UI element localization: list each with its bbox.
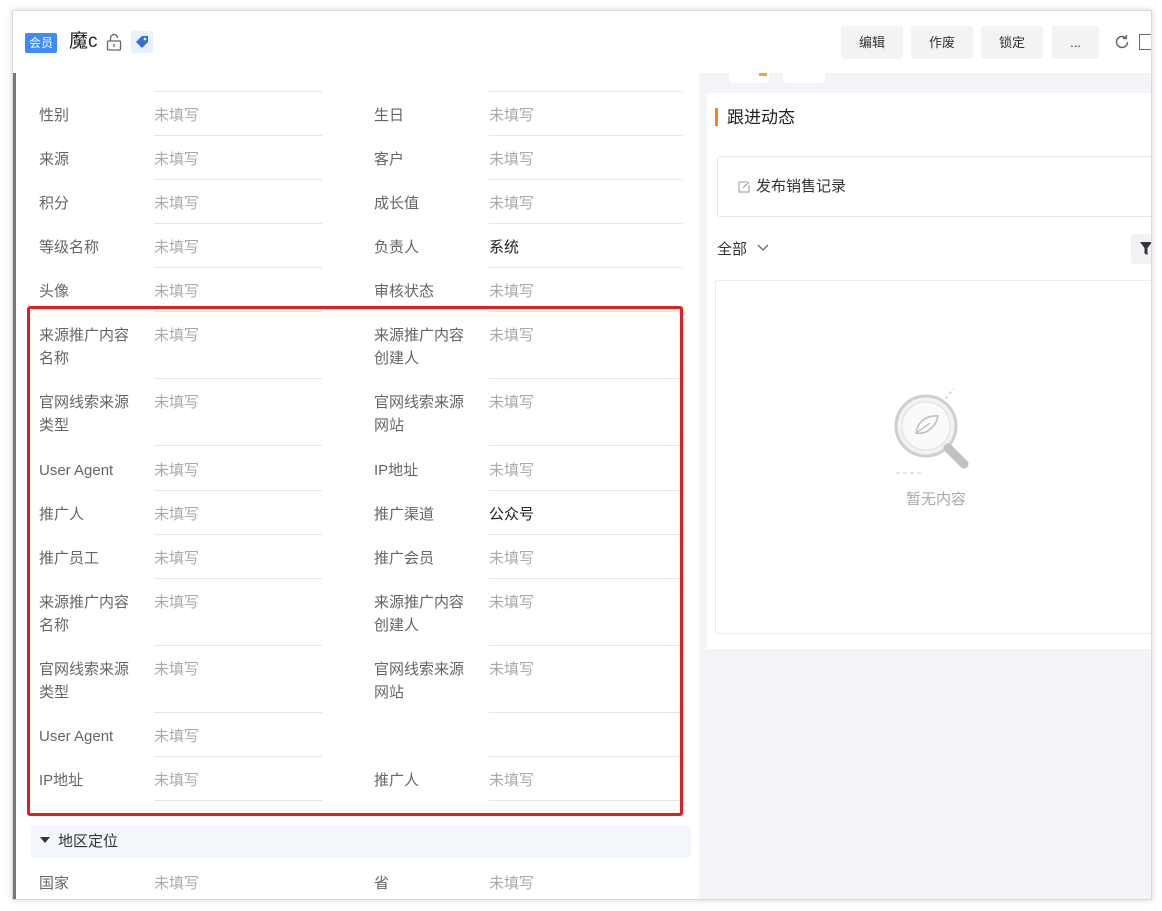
field-underline: [489, 267, 683, 268]
publish-record-label[interactable]: 发布销售记录: [756, 175, 846, 198]
follow-panel: 跟进动态 发布销售记录 全部 暂无内容: [699, 73, 1151, 899]
field-label: 审核状态: [374, 283, 435, 300]
region-section-header[interactable]: [31, 825, 691, 858]
field-value[interactable]: 未填写: [154, 872, 199, 895]
field-underline: [489, 91, 683, 92]
follow-title: 跟进动态: [727, 108, 795, 127]
record-title: 魔c: [69, 31, 98, 52]
filter-dropdown[interactable]: 全部: [717, 238, 747, 261]
field-label: 性别: [39, 107, 70, 124]
field-label: 负责人: [374, 239, 420, 256]
field-label: 积分: [39, 195, 70, 212]
title-accent: [715, 108, 718, 126]
field-value[interactable]: 未填写: [489, 148, 534, 171]
field-value[interactable]: 未填写: [154, 192, 199, 215]
field-value[interactable]: 未填写: [489, 192, 534, 215]
field-value[interactable]: 未填写: [489, 872, 534, 895]
member-badge: 会员: [25, 33, 58, 53]
field-value[interactable]: 未填写: [154, 104, 199, 127]
field-underline: [489, 179, 683, 180]
owner-value[interactable]: 系统: [489, 236, 519, 259]
filter-button[interactable]: [1131, 234, 1151, 264]
field-label: 成长值: [374, 195, 420, 212]
refresh-icon[interactable]: [1113, 33, 1131, 51]
field-value[interactable]: 未填写: [489, 104, 534, 127]
lock-button[interactable]: 锁定: [981, 26, 1043, 59]
field-label: 等级名称: [39, 239, 100, 256]
field-label: 来源: [39, 151, 70, 168]
field-underline: [154, 223, 322, 224]
field-label: 头像: [39, 283, 70, 300]
empty-text: 暂无内容: [905, 491, 966, 508]
field-label: 国家: [39, 875, 70, 892]
field-underline: [154, 91, 322, 92]
field-underline: [154, 179, 322, 180]
field-label: 省: [374, 875, 390, 892]
follow-card: 跟进动态 发布销售记录 全部 暂无内容: [707, 93, 1151, 649]
fullscreen-icon[interactable]: [1139, 34, 1151, 50]
edit-button[interactable]: 编辑: [841, 26, 903, 59]
tag-icon[interactable]: [131, 31, 153, 53]
field-underline: [489, 135, 683, 136]
record-window: 会员 魔c 编辑 作废 锁定 ... 性别 未填写 生日 未填写 来源 未填写 …: [12, 10, 1152, 900]
empty-search-icon: [894, 388, 969, 474]
tab-stub[interactable]: [783, 73, 825, 83]
field-label: 客户: [374, 151, 405, 168]
record-header: 会员 魔c 编辑 作废 锁定 ...: [13, 11, 1151, 73]
detail-panel: 性别 未填写 生日 未填写 来源 未填写 客户 未填写 积分 未填写 成长值 未…: [13, 73, 699, 899]
more-button[interactable]: ...: [1052, 26, 1099, 59]
caret-down-icon[interactable]: [40, 837, 50, 843]
empty-state: 暂无内容: [715, 280, 1151, 634]
void-button[interactable]: 作废: [911, 26, 973, 59]
unlock-icon[interactable]: [106, 33, 122, 51]
edit-icon: [738, 181, 750, 193]
panel-edge: [13, 73, 16, 899]
field-value[interactable]: 未填写: [154, 280, 199, 303]
chevron-down-icon[interactable]: [757, 244, 769, 252]
field-value[interactable]: 未填写: [154, 236, 199, 259]
publish-record-box[interactable]: 发布销售记录: [717, 156, 1151, 217]
tab-stub[interactable]: [729, 73, 769, 83]
highlight-annotation: [27, 306, 683, 816]
field-label: 生日: [374, 107, 405, 124]
funnel-icon: [1140, 242, 1151, 255]
field-value[interactable]: 未填写: [489, 280, 534, 303]
region-section-title[interactable]: 地区定位: [58, 830, 118, 853]
field-underline: [154, 135, 322, 136]
field-value[interactable]: 未填写: [154, 148, 199, 171]
field-underline: [489, 223, 683, 224]
field-underline: [154, 267, 322, 268]
